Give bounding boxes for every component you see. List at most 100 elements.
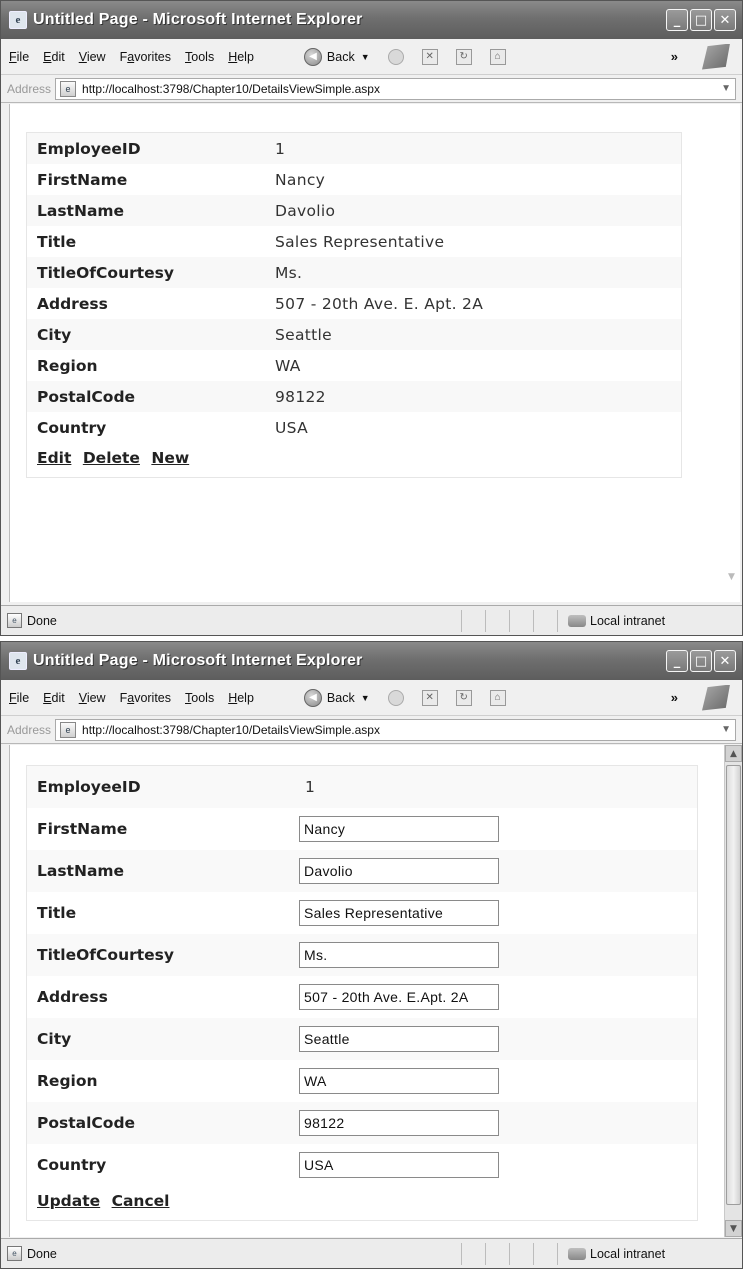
country-input[interactable]: USA: [299, 1152, 499, 1178]
back-button[interactable]: ◀ Back ▼: [303, 47, 370, 66]
menu-file[interactable]: File: [9, 691, 29, 705]
title-input[interactable]: Sales Representative: [299, 900, 499, 926]
scroll-down-arrow-icon[interactable]: ▼: [725, 1220, 742, 1237]
cancel-link[interactable]: Cancel: [112, 1192, 170, 1210]
menu-favorites[interactable]: Favorites: [120, 50, 171, 64]
menu-tools[interactable]: Tools: [185, 691, 214, 705]
menu-edit[interactable]: Edit: [43, 50, 65, 64]
close-icon[interactable]: ✕: [714, 9, 736, 31]
field-label: LastName: [37, 862, 125, 880]
firstname-input[interactable]: Nancy: [299, 816, 499, 842]
menu-bar: File Edit View Favorites Tools Help ◀ Ba…: [1, 39, 742, 75]
menu-view[interactable]: View: [79, 691, 106, 705]
home-icon[interactable]: ⌂: [489, 48, 506, 65]
field-row-titleofcourtesy: TitleOfCourtesy Ms.: [27, 934, 697, 976]
new-link[interactable]: New: [151, 449, 189, 467]
minimize-icon[interactable]: _: [666, 9, 688, 31]
status-pane: [461, 1242, 485, 1265]
field-value: Sales Representative: [275, 232, 445, 251]
details-view: EmployeeID 1 FirstName Nancy LastName Davol…: [26, 132, 682, 478]
command-row: Update Cancel: [27, 1186, 697, 1220]
dropdown-caret-icon[interactable]: ▼: [361, 52, 370, 62]
status-pane: [485, 1242, 509, 1265]
back-arrow-icon: ◀: [303, 47, 322, 66]
zone-label: Local intranet: [590, 1246, 666, 1261]
menu-help[interactable]: Help: [228, 691, 254, 705]
field-label: FirstName: [37, 820, 128, 838]
menu-view[interactable]: View: [79, 50, 106, 64]
maximize-icon[interactable]: □: [690, 9, 712, 31]
field-row-region: Region WA: [27, 350, 681, 381]
field-value: 1: [305, 778, 316, 796]
titleofcourtesy-input[interactable]: Ms.: [299, 942, 499, 968]
address-dropdown-icon[interactable]: ▼: [721, 724, 731, 735]
minimize-icon[interactable]: _: [666, 650, 688, 672]
edit-link[interactable]: Edit: [37, 449, 71, 467]
postalcode-input[interactable]: 98122: [299, 1110, 499, 1136]
window-title: Untitled Page - Microsoft Internet Explo…: [33, 652, 363, 669]
dropdown-caret-icon[interactable]: ▼: [361, 693, 370, 703]
scroll-down-arrow-icon[interactable]: ▼: [723, 568, 740, 585]
back-label: Back: [326, 690, 355, 705]
field-label: LastName: [37, 201, 125, 220]
address-input[interactable]: e http://localhost:3798/Chapter10/Detail…: [55, 718, 736, 741]
status-panes: Local intranet: [461, 609, 742, 632]
page-icon: e: [60, 80, 77, 97]
field-value: Ms.: [275, 263, 303, 282]
windows-flag-icon: [702, 43, 730, 70]
lastname-input[interactable]: Davolio: [299, 858, 499, 884]
status-pane: [461, 609, 485, 632]
field-row-title: Title Sales Representative: [27, 892, 697, 934]
field-row-country: Country USA: [27, 1144, 697, 1186]
field-value: Seattle: [275, 325, 332, 344]
field-label: TitleOfCourtesy: [37, 263, 174, 282]
stop-icon[interactable]: ✕: [421, 689, 438, 706]
field-row-address: Address 507 - 20th Ave. E.Apt. 2A: [27, 976, 697, 1018]
menu-bar: File Edit View Favorites Tools Help ◀ Ba…: [1, 680, 742, 716]
address-input-field[interactable]: 507 - 20th Ave. E.Apt. 2A: [299, 984, 499, 1010]
field-label: Title: [37, 232, 77, 251]
menu-tools[interactable]: Tools: [185, 50, 214, 64]
vertical-scrollbar[interactable]: ▲ ▼: [724, 745, 742, 1237]
close-icon[interactable]: ✕: [714, 650, 736, 672]
delete-link[interactable]: Delete: [83, 449, 140, 467]
page-content: EmployeeID 1 FirstName Nancy LastName Davol…: [9, 745, 724, 1237]
forward-icon[interactable]: [387, 48, 404, 65]
maximize-icon[interactable]: □: [690, 650, 712, 672]
field-row-firstname: FirstName Nancy: [27, 808, 697, 850]
field-label: Address: [37, 988, 108, 1006]
menu-file[interactable]: File: [9, 50, 29, 64]
forward-icon[interactable]: [387, 689, 404, 706]
update-link[interactable]: Update: [37, 1192, 100, 1210]
back-button[interactable]: ◀ Back ▼: [303, 688, 370, 707]
field-row-postalcode: PostalCode 98122: [27, 1102, 697, 1144]
field-value: WA: [275, 356, 301, 375]
address-bar: Address e http://localhost:3798/Chapter1…: [1, 75, 742, 103]
scrollbar-thumb[interactable]: [726, 765, 741, 1205]
back-label: Back: [326, 49, 355, 64]
menu-help[interactable]: Help: [228, 50, 254, 64]
field-row-titleofcourtesy: TitleOfCourtesy Ms.: [27, 257, 681, 288]
address-input[interactable]: e http://localhost:3798/Chapter10/Detail…: [55, 77, 736, 100]
menu-favorites[interactable]: Favorites: [120, 691, 171, 705]
refresh-icon[interactable]: ↻: [455, 48, 472, 65]
city-input[interactable]: Seattle: [299, 1026, 499, 1052]
page-content: EmployeeID 1 FirstName Nancy LastName Davol…: [9, 104, 740, 602]
address-dropdown-icon[interactable]: ▼: [721, 83, 731, 94]
field-value: Davolio: [275, 201, 336, 220]
scroll-up-arrow-icon[interactable]: ▲: [725, 745, 742, 762]
home-icon[interactable]: ⌂: [489, 689, 506, 706]
stop-icon[interactable]: ✕: [421, 48, 438, 65]
status-pane: [485, 609, 509, 632]
local-intranet-icon: [568, 614, 586, 627]
toolbar-overflow-chevron[interactable]: »: [671, 49, 678, 64]
refresh-icon[interactable]: ↻: [455, 689, 472, 706]
region-input[interactable]: WA: [299, 1068, 499, 1094]
field-row-lastname: LastName Davolio: [27, 195, 681, 226]
field-label: PostalCode: [37, 1114, 136, 1132]
command-row: Edit Delete New: [27, 443, 681, 477]
field-row-postalcode: PostalCode 98122: [27, 381, 681, 412]
status-bar: e Done Local intranet: [1, 1238, 742, 1268]
toolbar-overflow-chevron[interactable]: »: [671, 690, 678, 705]
menu-edit[interactable]: Edit: [43, 691, 65, 705]
